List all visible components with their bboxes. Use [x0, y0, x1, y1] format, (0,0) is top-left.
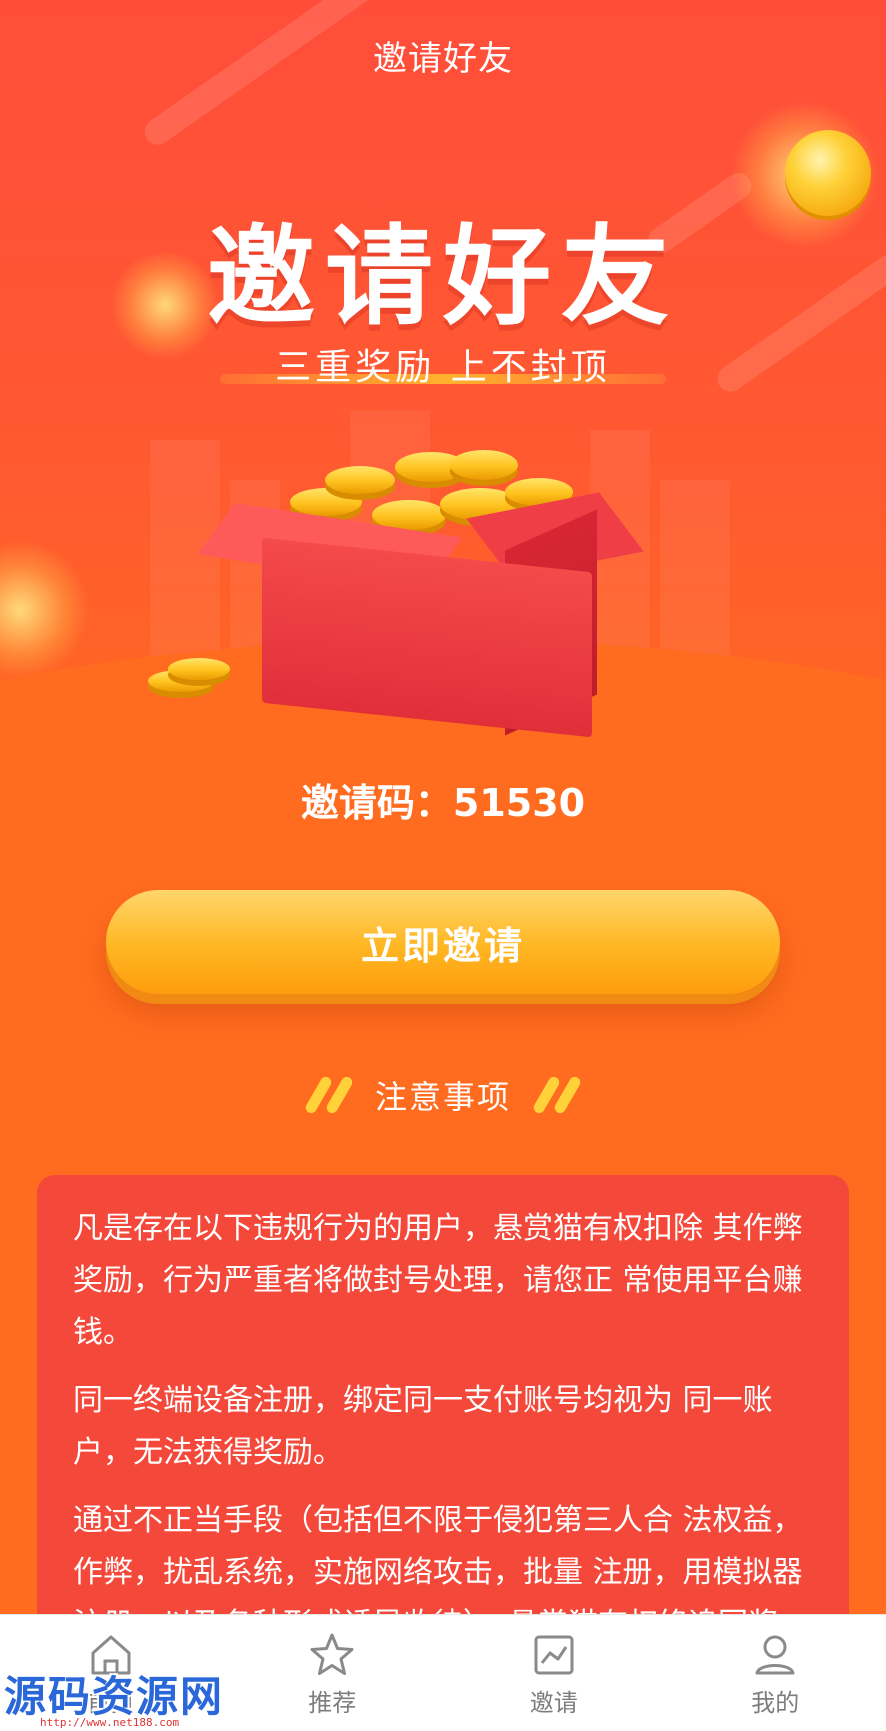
invite-now-button[interactable]: 立即邀请: [106, 890, 780, 994]
gift-box: [262, 537, 592, 738]
nav-item-recommend[interactable]: 推荐: [222, 1615, 444, 1731]
top-bar: 邀请好友: [0, 0, 886, 110]
notice-paragraph: 凡是存在以下违规行为的用户，悬赏猫有权扣除 其作弊奖励，行为严重者将做封号处理，…: [73, 1211, 803, 1350]
user-icon: [755, 1635, 795, 1675]
nav-item-mine[interactable]: 我的: [665, 1615, 886, 1731]
city-building: [660, 480, 730, 660]
hero-subtitle: 三重奖励 上不封顶: [275, 347, 611, 388]
nav-label-mine: 我的: [751, 1689, 800, 1717]
nav-item-home[interactable]: 首页: [0, 1615, 222, 1731]
nav-label-recommend: 推荐: [308, 1689, 357, 1717]
invite-code: 邀请码：51530: [300, 781, 586, 825]
notice-title: 注意事项: [374, 1078, 511, 1116]
coin-icon: [450, 450, 518, 480]
nav-item-invite[interactable]: 邀请: [443, 1615, 665, 1731]
nav-label-home: 首页: [86, 1689, 135, 1717]
coin-icon: [325, 466, 395, 494]
notice-paragraph: 同一终端设备注册，绑定同一支付账号均视为 同一账户，无法获得奖励。: [73, 1383, 773, 1470]
bottom-nav: 首页 推荐 邀请 我的: [0, 1614, 886, 1731]
slash-decoration-left: [303, 1074, 355, 1116]
star-icon: [310, 1633, 354, 1675]
nav-label-invite: 邀请: [529, 1689, 578, 1717]
coin-icon: [168, 658, 230, 680]
home-icon: [91, 1635, 131, 1675]
page-title: 邀请好友: [373, 38, 513, 79]
notice-header: 注意事项: [0, 1070, 886, 1120]
hero-subtitle-banner: 三重奖励 上不封顶: [220, 338, 666, 388]
invite-page: 邀请好友 邀请好友 三重奖励 上不封顶 邀请码：51530 立即邀请 注意事项: [0, 0, 886, 1731]
coin-glow: [0, 540, 90, 680]
slash-decoration-right: [531, 1074, 583, 1116]
chart-icon: [534, 1635, 574, 1675]
hero-title: 邀请好友: [206, 215, 679, 340]
